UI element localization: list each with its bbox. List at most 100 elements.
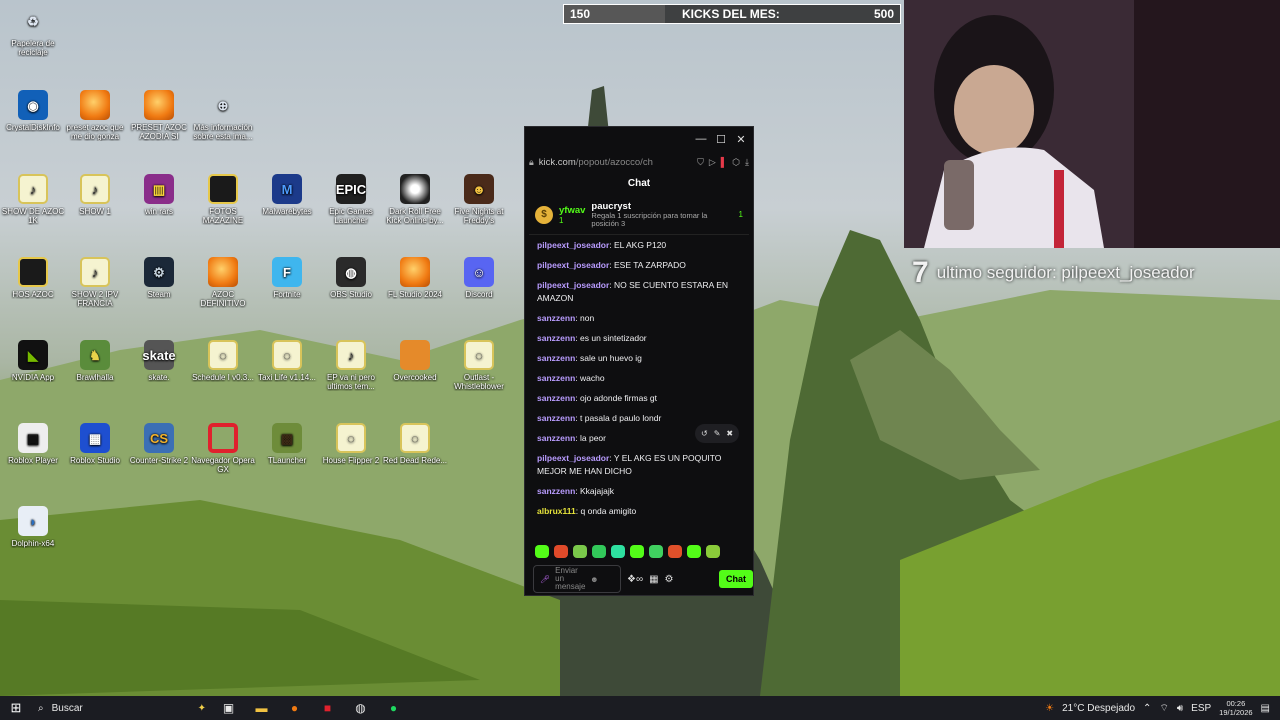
- chat-message[interactable]: sanzzenn: es un sintetizador: [537, 332, 741, 345]
- chat-username[interactable]: sanzzenn: [537, 413, 575, 423]
- desktop-icon[interactable]: FL Studio 2024: [382, 257, 448, 299]
- emote-icon[interactable]: [687, 545, 701, 558]
- desktop-icon[interactable]: Dark Roll Free Kick Online by...: [382, 174, 448, 225]
- desktop-icon[interactable]: ♪ SHOW DE AZOC 1K: [0, 174, 66, 225]
- chat-username[interactable]: sanzzenn: [537, 373, 575, 383]
- desktop-icon[interactable]: ▣ Roblox Player: [0, 423, 66, 465]
- chat-username[interactable]: pilpeext_joseador: [537, 280, 609, 290]
- desktop-icon[interactable]: ♪ SHOW 2 IPV FRANCIA: [62, 257, 128, 308]
- language-indicator[interactable]: ESP: [1191, 703, 1211, 714]
- send-chat-button[interactable]: Chat: [719, 570, 753, 588]
- desktop-icon[interactable]: EPIC Epic Games Launcher: [318, 174, 384, 225]
- pin-icon[interactable]: ✎: [714, 427, 721, 440]
- desktop-icon[interactable]: M Malwarebytes: [254, 174, 320, 216]
- chevron-up-icon[interactable]: ⌃: [1143, 703, 1151, 714]
- chat-message[interactable]: sanzzenn: Kkajajajk: [537, 485, 741, 498]
- desktop-icon[interactable]: ♞ Brawlhalla: [62, 340, 128, 382]
- chat-message[interactable]: sanzzenn: sale un huevo ig: [537, 352, 741, 365]
- chat-message[interactable]: pilpeext_joseador: ESE TA ZARPADO: [537, 259, 741, 272]
- chat-message[interactable]: sanzzenn: non: [537, 312, 741, 325]
- desktop-icon[interactable]: ◌ Outlast - Whistleblower: [446, 340, 512, 391]
- emote-icon[interactable]: [649, 545, 663, 558]
- store-icon[interactable]: ▦: [649, 574, 658, 585]
- desktop-icon[interactable]: F Fortnite: [254, 257, 320, 299]
- volume-icon[interactable]: 🔊︎: [1177, 703, 1183, 714]
- desktop-icon[interactable]: ◗ Dolphin-x64: [0, 506, 66, 548]
- emote-icon[interactable]: [668, 545, 682, 558]
- fl-studio-taskbar-icon[interactable]: ●: [278, 701, 311, 715]
- emote-icon[interactable]: [573, 545, 587, 558]
- desktop-icon[interactable]: ♻ Papelera de reciclaje: [0, 6, 66, 58]
- desktop-icon[interactable]: PRESET AZOC AZODIA SI: [126, 90, 192, 141]
- windows-start-icon[interactable]: ⊞: [0, 700, 32, 716]
- desktop-icon[interactable]: ◣ NVIDIA App: [0, 340, 66, 382]
- file-explorer-icon[interactable]: ▬: [245, 701, 278, 715]
- taskbar-search[interactable]: ⌕ Buscar ✦: [32, 696, 212, 720]
- chat-username[interactable]: pilpeext_joseador: [537, 240, 609, 250]
- chat-username[interactable]: sanzzenn: [537, 313, 575, 323]
- network-icon[interactable]: ⌔: [1159, 702, 1168, 715]
- desktop-icon[interactable]: ◌ House Flipper 2: [318, 423, 384, 465]
- desktop-icon[interactable]: ◍ OBS Studio: [318, 257, 384, 299]
- desktop-icon[interactable]: ▩ TLauncher: [254, 423, 320, 465]
- desktop-icon[interactable]: Overcooked: [382, 340, 448, 382]
- spotify-icon[interactable]: ●: [377, 701, 410, 715]
- desktop-icon[interactable]: ♪ SHOW 1: [62, 174, 128, 216]
- chat-message[interactable]: albrux111: q onda amigito: [537, 505, 741, 518]
- chat-username[interactable]: sanzzenn: [537, 486, 575, 496]
- desktop-icon[interactable]: ◌ Taxi Life v1.14...: [254, 340, 320, 382]
- send-icon[interactable]: ▷: [709, 157, 716, 168]
- opera-gx-taskbar-icon[interactable]: ■: [311, 701, 344, 715]
- microphone-icon[interactable]: 🎤︎: [540, 575, 550, 584]
- chat-message[interactable]: sanzzenn: ojo adonde firmas gt: [537, 392, 741, 405]
- clock[interactable]: 00:26 19/1/2026: [1219, 699, 1252, 717]
- desktop-icon[interactable]: ⊕ Más información sobre esta ima...: [190, 90, 256, 142]
- desktop-icon[interactable]: ◌ Schedule I v0.3...: [190, 340, 256, 382]
- bits-icon[interactable]: ❖∞: [627, 574, 643, 585]
- emote-icon[interactable]: [706, 545, 720, 558]
- url-field[interactable]: kick.com/popout/azocco/ch: [539, 157, 692, 168]
- desktop-icon[interactable]: ♪ EP va ni pero ultimos tem...: [318, 340, 384, 391]
- chat-message[interactable]: sanzzenn: wacho: [537, 372, 741, 385]
- emote-icon[interactable]: [554, 545, 568, 558]
- chat-username[interactable]: sanzzenn: [537, 393, 575, 403]
- chat-message[interactable]: sanzzenn: la peor ↺ ✎ ✖: [537, 424, 741, 445]
- chat-username[interactable]: sanzzenn: [537, 353, 575, 363]
- task-view-icon[interactable]: ▣: [212, 701, 245, 715]
- settings-gear-icon[interactable]: ⚙: [665, 574, 674, 585]
- emote-icon[interactable]: [535, 545, 549, 558]
- minimize-icon[interactable]: —: [694, 133, 708, 145]
- desktop-icon[interactable]: ☻ Five Nights at Freddy's: [446, 174, 512, 225]
- lock-icon[interactable]: 🔒︎: [529, 157, 534, 168]
- obs-taskbar-icon[interactable]: ◍: [344, 701, 377, 715]
- chat-message[interactable]: pilpeext_joseador: Y EL AKG ES UN POQUIT…: [537, 452, 741, 478]
- desktop-icon[interactable]: preset azoc que me dio gonza: [62, 90, 128, 141]
- desktop-icon[interactable]: ◉ CrystalDiskInfo: [0, 90, 66, 132]
- weather-text[interactable]: 21°C Despejado: [1062, 703, 1135, 714]
- chat-message[interactable]: pilpeext_joseador: EL AKG P120: [537, 239, 741, 252]
- gift-leaderboard[interactable]: $ yfwav 1 paucryst Regala 1 suscripción …: [529, 195, 749, 235]
- desktop-icon[interactable]: ☺ Discord: [446, 257, 512, 299]
- maximize-icon[interactable]: ☐: [714, 133, 728, 146]
- desktop-icon[interactable]: FOTOS MAZAZINE: [190, 174, 256, 225]
- delete-icon[interactable]: ✖: [726, 427, 733, 440]
- close-icon[interactable]: ✕: [734, 133, 748, 146]
- download-icon[interactable]: ⤓: [745, 157, 749, 168]
- desktop-icon[interactable]: skate skate.: [126, 340, 192, 382]
- desktop-icon[interactable]: AZOC DEFINITIVO: [190, 257, 256, 308]
- notification-icon[interactable]: ▤: [1261, 703, 1270, 714]
- desktop-icon[interactable]: HOS AZOC: [0, 257, 66, 299]
- desktop-icon[interactable]: ▦ Roblox Studio: [62, 423, 128, 465]
- desktop-icon[interactable]: CS Counter-Strike 2: [126, 423, 192, 465]
- chat-username[interactable]: albrux111: [537, 506, 576, 516]
- chat-username[interactable]: pilpeext_joseador: [537, 260, 609, 270]
- chat-username[interactable]: pilpeext_joseador: [537, 453, 609, 463]
- extensions-icon[interactable]: ⬡: [732, 157, 740, 168]
- desktop-icon[interactable]: ◌ Red Dead Rede...: [382, 423, 448, 465]
- chat-username[interactable]: sanzzenn: [537, 433, 575, 443]
- emote-icon[interactable]: [611, 545, 625, 558]
- shield-icon[interactable]: ⛉: [697, 157, 704, 168]
- desktop-icon[interactable]: Navegador Opera GX: [190, 423, 256, 474]
- emote-icon[interactable]: [592, 545, 606, 558]
- reply-icon[interactable]: ↺: [701, 427, 708, 440]
